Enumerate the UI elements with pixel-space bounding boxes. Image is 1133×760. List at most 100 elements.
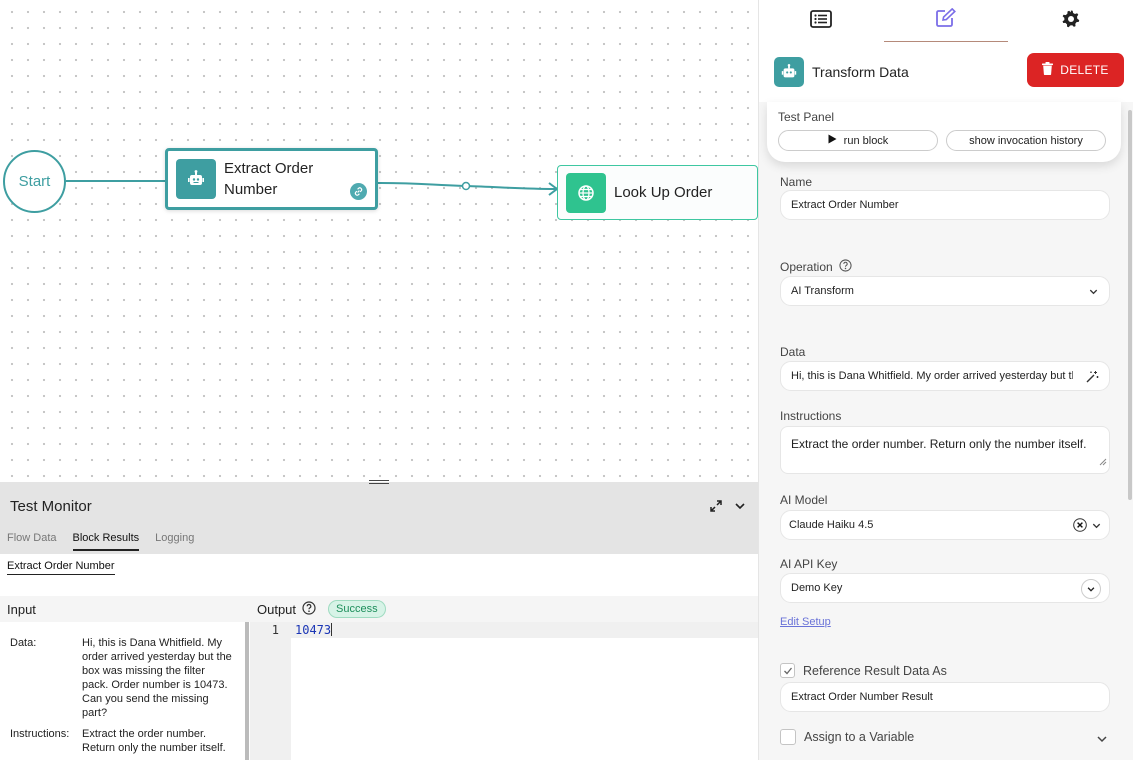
output-header: Output [257,601,297,617]
node-label: Look Up Order [614,184,713,201]
instructions-label: Instructions [780,409,842,423]
invocation-history-label: show invocation history [969,134,1083,147]
ai-api-key-value: Demo Key [791,582,843,594]
tab-settings[interactable] [1008,0,1133,42]
data-input[interactable]: Hi, this is Dana Whitfield. My order arr… [780,361,1110,391]
magic-wand-icon[interactable] [1085,370,1099,387]
test-monitor-header: Test Monitor Flow Data Block Results Log… [0,480,758,554]
help-icon[interactable] [302,600,316,618]
node-extract-order-number[interactable]: Extract Order Number [165,148,378,210]
tab-logging[interactable]: Logging [155,532,194,551]
tab-flow-data[interactable]: Flow Data [7,532,57,551]
line-number: 1 [271,623,279,637]
tab-list[interactable] [759,0,884,42]
data-label: Data [780,345,806,359]
input-key: Instructions: [10,728,70,740]
start-node-label: Start [18,173,51,190]
node-label: Extract Order Number [224,160,314,198]
text-cursor [331,623,333,636]
test-panel: Test Panel run block show invocation his… [767,102,1121,162]
operation-select[interactable]: AI Transform [780,276,1110,306]
chevron-down-icon[interactable] [733,499,747,518]
result-panes: Input Data: Hi, this is Dana Whitfield. … [0,596,758,760]
output-text: 10473 [295,623,332,637]
tab-edit[interactable] [883,0,1009,42]
input-scrollbar[interactable] [245,622,249,760]
output-editor[interactable]: 1 10473 [250,622,758,760]
panel-tabs [759,0,1133,42]
delete-button[interactable]: DELETE [1027,53,1124,87]
assign-checkbox[interactable] [780,729,796,745]
node-look-up-order[interactable]: Look Up Order [557,165,758,220]
clear-icon[interactable] [1073,518,1087,535]
play-icon [828,134,837,147]
run-block-label: run block [843,134,889,147]
input-key: Data: [10,637,37,649]
ai-api-key-select[interactable]: Demo Key [780,573,1110,603]
tab-block-results[interactable]: Block Results [72,532,140,551]
reference-row: Reference Result Data As [780,646,1110,682]
name-section: Name Extract Order Number [769,152,1121,236]
ai-model-label: AI Model [780,493,828,507]
test-monitor: Test Monitor Flow Data Block Results Log… [0,480,758,760]
reference-checkbox[interactable] [780,663,795,678]
link-icon[interactable] [350,183,367,200]
flow-edges [66,180,559,196]
reference-label: Reference Result Data As [803,663,947,678]
expand-icon[interactable] [709,499,723,518]
robot-icon [774,57,804,87]
invocation-history-button[interactable]: show invocation history [946,130,1106,151]
trash-icon [1042,62,1054,78]
input-row: Instructions: Extract the order number. … [10,727,234,755]
panel-header: Transform Data DELETE [759,42,1133,102]
block-settings-panel: Transform Data DELETE Test Panel run blo… [758,0,1133,760]
ai-api-key-label: AI API Key [780,557,838,571]
result-options-section: Reference Result Data As Extract Order N… [769,646,1121,760]
block-result-tabs: Extract Order Number [0,554,758,580]
input-pane: Input Data: Hi, this is Dana Whitfield. … [0,596,250,760]
edge-midpoint-handle [461,181,471,191]
run-block-button[interactable]: run block [778,130,938,151]
operation-value: AI Transform [791,285,854,297]
chevron-down-icon[interactable] [1081,579,1101,599]
test-panel-label: Test Panel [778,110,835,124]
output-value: 10473 [295,622,333,638]
operation-section: Operation AI Transform [769,242,1121,322]
chevron-down-icon[interactable] [1096,733,1108,748]
input-value: Extract the order number. Return only th… [82,728,226,754]
panel-scroll-area[interactable]: Test Panel run block show invocation his… [759,102,1133,760]
instructions-value: Extract the order number. Return only th… [791,437,1087,451]
resize-handle[interactable] [369,480,389,484]
input-list: Data: Hi, this is Dana Whitfield. My ord… [0,622,244,755]
delete-label: DELETE [1060,63,1109,77]
chevron-down-icon [1091,520,1102,534]
test-panel-buttons: run block show invocation history [778,130,1110,151]
edit-setup-link[interactable]: Edit Setup [780,616,831,628]
assign-label: Assign to a Variable [804,730,915,744]
name-input[interactable]: Extract Order Number [780,190,1110,220]
help-icon[interactable] [839,258,852,275]
block-result-tab[interactable]: Extract Order Number [7,560,115,575]
ai-model-value: Claude Haiku 4.5 [789,519,874,531]
input-row: Data: Hi, this is Dana Whitfield. My ord… [10,636,234,720]
output-head: Output Success [250,596,758,622]
list-icon [810,9,833,33]
test-monitor-title: Test Monitor [10,498,92,515]
gear-icon [1061,9,1081,34]
input-header: Input [0,596,250,622]
instructions-input[interactable]: Extract the order number. Return only th… [780,426,1110,474]
panel-title: Transform Data [812,64,909,80]
start-node[interactable]: Start [3,150,66,213]
chevron-down-icon [1088,286,1099,300]
operation-label: Operation [780,259,833,274]
panel-scrollbar[interactable] [1128,110,1132,500]
test-monitor-tabs: Flow Data Block Results Logging [7,532,194,551]
active-line [291,622,758,638]
ai-model-select[interactable]: Claude Haiku 4.5 [780,510,1110,540]
output-pane: Output Success 1 10473 [250,596,758,760]
flow-canvas[interactable]: Start Extract Order Number Look Up Order [0,0,758,482]
edit-icon [935,7,957,33]
robot-icon [176,159,216,199]
resize-grip-icon[interactable] [1099,453,1107,471]
reference-input[interactable]: Extract Order Number Result [780,682,1110,712]
